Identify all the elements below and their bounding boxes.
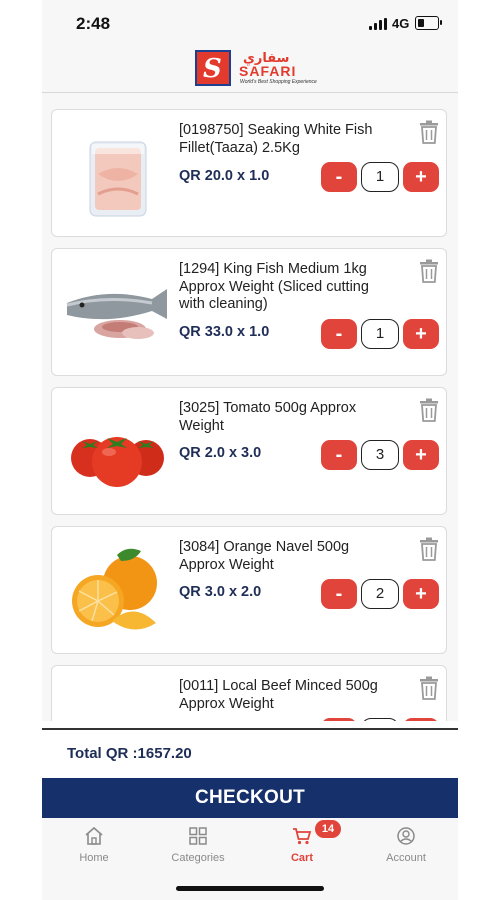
- quantity-value[interactable]: 2: [361, 579, 399, 609]
- cart-item: [3084] Orange Navel 500g Approx Weight Q…: [51, 526, 447, 654]
- quantity-value[interactable]: 3: [361, 440, 399, 470]
- king-fish-image: [66, 289, 167, 339]
- app-screen: 2:48 4G سفاري SAFARI World's Best Shoppi…: [42, 0, 458, 900]
- decrease-quantity-button[interactable]: -: [321, 440, 357, 470]
- cart-item: [3025] Tomato 500g Approx Weight QR 2.0 …: [51, 387, 447, 515]
- tab-label: Account: [386, 852, 426, 864]
- status-time: 2:48: [76, 14, 111, 33]
- quantity-value[interactable]: 1: [361, 319, 399, 349]
- tab-categories[interactable]: Categories: [146, 818, 250, 878]
- brand-name: SAFARI: [239, 63, 297, 79]
- item-title: [3084] Orange Navel 500g Approx Weight: [179, 539, 350, 573]
- checkout-button[interactable]: CHECKOUT: [42, 778, 458, 818]
- item-title: [1294] King Fish Medium 1kg Approx Weigh…: [179, 261, 369, 312]
- item-price: QR 2.0 x 3.0: [179, 445, 262, 461]
- quantity-stepper: - +: [321, 718, 441, 721]
- app-header: سفاري SAFARI World's Best Shopping Exper…: [42, 46, 458, 93]
- cart-item: [0011] Local Beef Minced 500g Approx Wei…: [51, 665, 447, 721]
- home-icon: [85, 826, 103, 845]
- trash-icon[interactable]: [418, 120, 440, 144]
- network-type: 4G: [392, 16, 410, 31]
- decrease-quantity-button[interactable]: -: [321, 718, 357, 721]
- cart-item: [1294] King Fish Medium 1kg Approx Weigh…: [51, 248, 447, 376]
- battery-icon: [415, 16, 442, 30]
- tab-cart[interactable]: 14 Cart: [250, 818, 354, 878]
- cart-item: [0198750] Seaking White Fish Fillet(Taaz…: [51, 109, 447, 237]
- item-price: QR 20.0 x 1.0: [179, 168, 270, 184]
- item-price: QR 3.0 x 2.0: [179, 584, 262, 600]
- status-bar: 2:48 4G: [42, 0, 458, 46]
- quantity-stepper: - 2 +: [321, 579, 441, 609]
- trash-icon[interactable]: [418, 398, 440, 422]
- item-title: [0198750] Seaking White Fish Fillet(Taaz…: [179, 122, 373, 156]
- minced-beef-image: [62, 680, 172, 721]
- item-price: QR 33.0 x 1.0: [179, 324, 270, 340]
- cart-total: Total QR :1657.20: [67, 745, 192, 762]
- decrease-quantity-button[interactable]: -: [321, 162, 357, 192]
- increase-quantity-button[interactable]: +: [403, 162, 439, 192]
- tomatoes-image: [71, 437, 164, 487]
- safari-s-logo-icon: [195, 50, 231, 86]
- quantity-stepper: - 1 +: [321, 162, 441, 192]
- item-title: [0011] Local Beef Minced 500g Approx Wei…: [179, 678, 378, 712]
- oranges-image: [72, 548, 157, 630]
- increase-quantity-button[interactable]: +: [403, 579, 439, 609]
- grid-icon: [189, 827, 207, 845]
- quantity-stepper: - 1 +: [321, 319, 441, 349]
- trash-icon[interactable]: [418, 676, 440, 700]
- increase-quantity-button[interactable]: +: [403, 319, 439, 349]
- decrease-quantity-button[interactable]: -: [321, 319, 357, 349]
- fish-fillet-pack-image: [89, 141, 147, 217]
- tab-label: Categories: [171, 852, 225, 864]
- safari-logo[interactable]: سفاري SAFARI World's Best Shopping Exper…: [195, 50, 317, 88]
- brand-tagline: World's Best Shopping Experience: [240, 79, 317, 85]
- home-indicator[interactable]: [176, 886, 324, 891]
- increase-quantity-button[interactable]: +: [403, 440, 439, 470]
- quantity-value[interactable]: [361, 718, 399, 721]
- decrease-quantity-button[interactable]: -: [321, 579, 357, 609]
- cart-count-badge: 14: [315, 820, 341, 838]
- increase-quantity-button[interactable]: +: [403, 718, 439, 721]
- tab-label: Home: [79, 852, 109, 864]
- cart-list[interactable]: [0198750] Seaking White Fish Fillet(Taaz…: [42, 93, 458, 721]
- signal-icon: [369, 18, 387, 30]
- user-icon: [397, 827, 415, 845]
- tab-label: Cart: [290, 852, 313, 864]
- trash-icon[interactable]: [418, 259, 440, 283]
- quantity-stepper: - 3 +: [321, 440, 441, 470]
- cart-icon: [293, 828, 312, 845]
- tab-account[interactable]: Account: [354, 818, 458, 878]
- battery-level: [418, 19, 424, 27]
- divider: [42, 728, 458, 730]
- quantity-value[interactable]: 1: [361, 162, 399, 192]
- tab-home[interactable]: Home: [42, 818, 146, 878]
- trash-icon[interactable]: [418, 537, 440, 561]
- item-title: [3025] Tomato 500g Approx Weight: [179, 400, 357, 434]
